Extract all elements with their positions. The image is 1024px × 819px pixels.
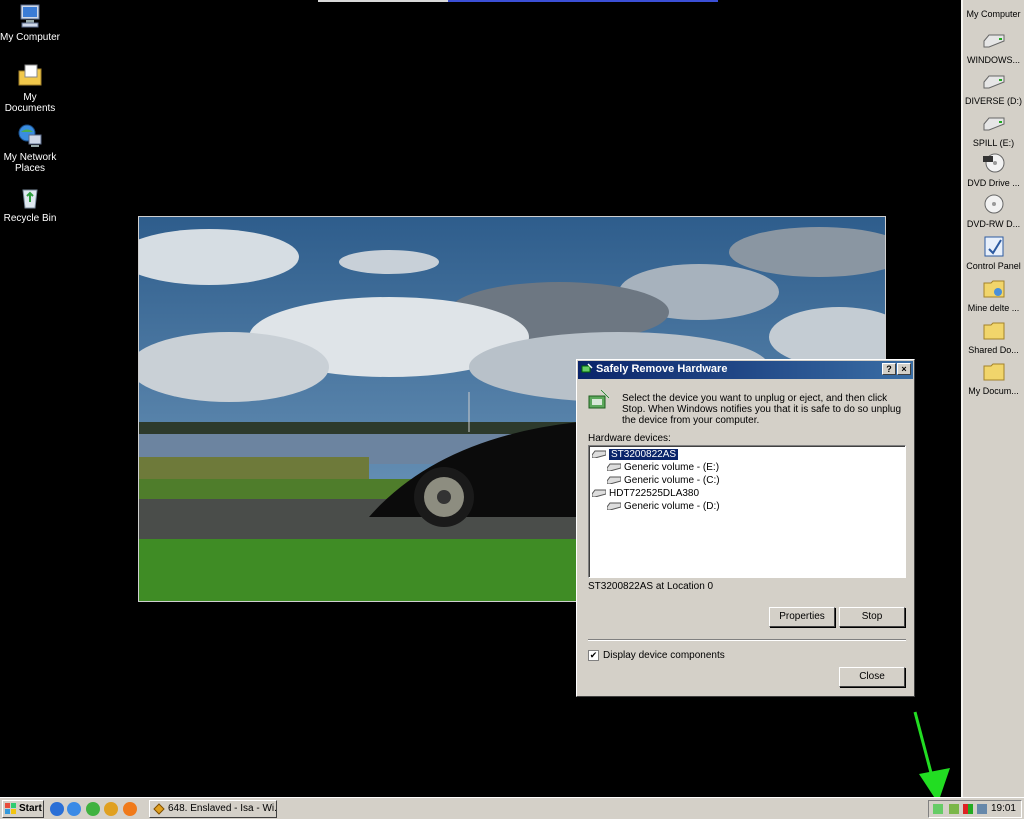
volume-icon <box>607 463 621 472</box>
toolbar-item-label: Shared Do... <box>968 345 1019 355</box>
system-tray: 19:01 <box>928 800 1022 818</box>
toolbar-item-label: SPILL (E:) <box>972 138 1015 148</box>
start-label: Start <box>19 803 42 814</box>
start-button[interactable]: Start <box>2 800 44 818</box>
network-places-icon <box>18 124 42 147</box>
volume-tray-icon[interactable] <box>977 804 987 814</box>
safely-remove-icon <box>588 389 610 409</box>
toolbar-item-label: DIVERSE (D:) <box>964 96 1022 106</box>
dialog-title-bar[interactable]: Safely Remove Hardware ? × <box>578 361 913 379</box>
toolbar-item-windows-drive[interactable]: WINDOWS... <box>963 29 1024 65</box>
toolbar-item-spill-drive[interactable]: SPILL (E:) <box>963 112 1024 148</box>
toolbar-item-label: DVD-RW D... <box>966 219 1021 229</box>
stop-button[interactable]: Stop <box>839 607 905 627</box>
toolbar-item-shared-documents[interactable]: Shared Do... <box>963 319 1024 355</box>
media-icon[interactable] <box>86 802 100 816</box>
control-panel-icon <box>984 236 1003 257</box>
security-tray-icon[interactable] <box>963 804 973 814</box>
toolbar-item-dvd-drive[interactable]: DVD Drive ... <box>963 152 1024 188</box>
taskbar-button-winamp[interactable]: 648. Enslaved - Isa - Wi... <box>149 800 277 818</box>
drive-icon <box>983 117 1004 131</box>
hardware-icon <box>581 363 593 373</box>
toolbar-item-label: Control Panel <box>966 261 1021 271</box>
device-location-status: ST3200822AS at Location 0 <box>588 581 714 592</box>
close-button[interactable]: Close <box>839 667 905 687</box>
safely-remove-tray-icon[interactable] <box>933 804 943 814</box>
toolbar-item-label: WINDOWS... <box>967 55 1020 65</box>
ie-icon[interactable] <box>50 802 64 816</box>
top-strip-blue <box>448 0 718 2</box>
my-documents-icon <box>18 64 42 86</box>
properties-button[interactable]: Properties <box>769 607 835 627</box>
toolbar-item-shared-folder[interactable]: Mine delte ... <box>963 277 1024 313</box>
toolbar-title: My Computer <box>966 9 1021 19</box>
tree-item-st3200822as[interactable]: ST3200822AS <box>592 448 679 461</box>
folder-icon <box>983 322 1004 340</box>
desktop-icon-my-computer[interactable]: My Computer <box>0 3 60 43</box>
dialog-title: Safely Remove Hardware <box>596 363 728 375</box>
tree-item-generic-volume-e[interactable]: Generic volume - (E:) <box>607 461 719 474</box>
desktop-icon-label: My Documents <box>4 92 56 114</box>
safely-remove-hardware-dialog: Safely Remove Hardware ? × Select the de… <box>576 359 915 697</box>
taskbar-button-label: 648. Enslaved - Isa - Wi... <box>168 803 277 814</box>
windows-flag-icon <box>5 803 16 814</box>
nvidia-tray-icon[interactable] <box>949 804 959 814</box>
toolbar-item-diverse-drive[interactable]: DIVERSE (D:) <box>963 70 1024 106</box>
dvd-drive-icon <box>982 153 1004 173</box>
desktop-icon-label: My Network Places <box>3 152 57 174</box>
winamp-icon <box>153 803 165 815</box>
desktop-icon-my-documents[interactable]: My Documents <box>0 63 60 114</box>
top-strip-white <box>318 0 448 2</box>
dialog-divider <box>588 639 906 641</box>
hardware-devices-tree[interactable]: ST3200822AS Generic volume - (E:) Generi… <box>588 445 906 578</box>
desktop-icon-label: Recycle Bin <box>3 213 57 224</box>
winamp-icon[interactable] <box>104 802 118 816</box>
dialog-instructions: Select the device you want to unplug or … <box>622 393 902 426</box>
toolbar-item-dvd-rw-drive[interactable]: DVD-RW D... <box>963 193 1024 229</box>
shared-folder-icon <box>983 280 1004 298</box>
cd-drive-icon <box>984 194 1003 214</box>
toolbar-item-label: Mine delte ... <box>967 303 1020 313</box>
desktop-icon-network-places[interactable]: My Network Places <box>0 123 60 174</box>
toolbar-item-label: My Docum... <box>968 386 1019 396</box>
hardware-devices-label: Hardware devices: <box>588 433 671 444</box>
folder-icon <box>983 363 1004 381</box>
tree-item-generic-volume-d[interactable]: Generic volume - (D:) <box>607 500 720 513</box>
desktop-icon-recycle-bin[interactable]: Recycle Bin <box>0 184 60 224</box>
clock: 19:01 <box>990 803 1016 814</box>
toolbar-item-control-panel[interactable]: Control Panel <box>963 235 1024 271</box>
display-components-checkbox[interactable]: ✔ <box>588 650 599 661</box>
outlook-icon[interactable] <box>67 802 81 816</box>
firefox-icon[interactable] <box>123 802 137 816</box>
tree-item-hdt722525dla380[interactable]: HDT722525DLA380 <box>592 487 699 500</box>
toolbar-item-label: DVD Drive ... <box>967 178 1020 188</box>
hard-drive-icon <box>592 450 606 459</box>
hard-drive-icon <box>592 489 606 498</box>
help-button[interactable]: ? <box>882 363 896 375</box>
volume-icon <box>607 502 621 511</box>
desktop-icon-label: My Computer <box>0 32 61 43</box>
display-components-label: Display device components <box>603 650 725 661</box>
taskbar: Start 648. Enslaved - Isa - Wi... 19:01 <box>0 797 1024 819</box>
recycle-bin-icon <box>22 189 38 209</box>
drive-icon <box>983 75 1004 89</box>
green-arrow-annotation <box>913 711 950 803</box>
drive-icon <box>983 34 1004 48</box>
toolbar-item-my-documents[interactable]: My Docum... <box>963 360 1024 396</box>
tree-item-generic-volume-c[interactable]: Generic volume - (C:) <box>607 474 720 487</box>
close-icon[interactable]: × <box>897 363 911 375</box>
volume-icon <box>607 476 621 485</box>
my-computer-icon <box>20 4 40 28</box>
my-computer-toolbar: My Computer WINDOWS... DIVERSE (D:) SPIL… <box>961 0 1024 797</box>
